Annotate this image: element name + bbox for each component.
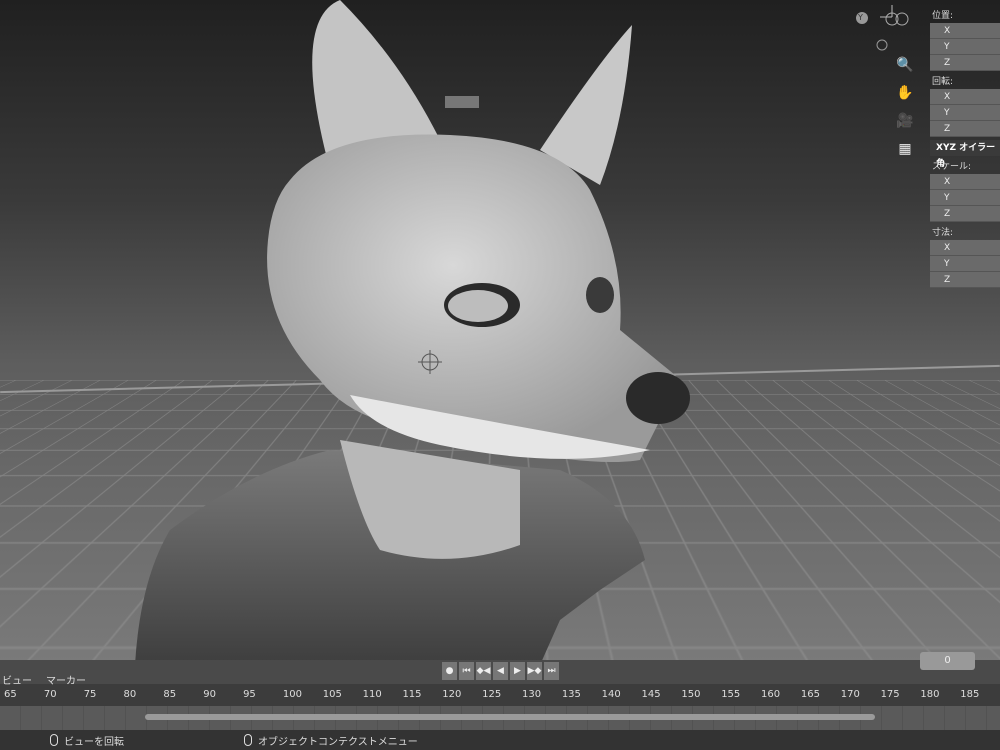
3d-viewport[interactable]: Y 🔍 ✋ 🎥 ▦ 位置: X Y Z 回転: X Y Z XYZ オイラー角 … bbox=[0, 0, 1000, 665]
jump-start-button[interactable]: ⏮ bbox=[459, 662, 474, 680]
rotation-label: 回転: bbox=[932, 77, 954, 87]
frame-tick-label: 95 bbox=[243, 689, 256, 700]
rotation-mode-dropdown[interactable]: XYZ オイラー角 bbox=[930, 140, 1000, 169]
menu-marker[interactable]: マーカー bbox=[46, 672, 86, 687]
status-context-menu: オブジェクトコンテクストメニュー bbox=[258, 736, 418, 748]
scale-x[interactable]: X bbox=[930, 174, 1000, 190]
frame-tick-label: 120 bbox=[442, 689, 462, 700]
mouse-icon bbox=[244, 734, 252, 746]
frame-tick-label: 65 bbox=[4, 689, 17, 700]
frame-tick-label: 130 bbox=[521, 689, 542, 700]
gizmo-y-label: Y bbox=[858, 13, 863, 22]
location-y[interactable]: Y bbox=[930, 39, 1000, 55]
rotation-x[interactable]: X bbox=[930, 89, 1000, 105]
dimensions-z[interactable]: Z bbox=[930, 272, 1000, 288]
frame-tick-label: 125 bbox=[482, 689, 502, 700]
frame-tick-label: 185 bbox=[960, 689, 980, 700]
frame-tick-label: 115 bbox=[402, 689, 422, 700]
hand-pan-icon[interactable]: ✋ bbox=[895, 83, 915, 103]
frame-tick-label: 165 bbox=[800, 689, 820, 700]
frame-tick-label: 180 bbox=[920, 689, 940, 700]
frame-tick-label: 145 bbox=[641, 689, 661, 700]
dimensions-y[interactable]: Y bbox=[930, 256, 1000, 272]
frame-tick-label: 150 bbox=[681, 689, 701, 700]
dimensions-x[interactable]: X bbox=[930, 240, 1000, 256]
timeline-scrollbar[interactable] bbox=[145, 714, 875, 720]
transform-panel: 位置: X Y Z 回転: X Y Z XYZ オイラー角 スケール: X Y … bbox=[930, 5, 1000, 288]
frame-tick-label: 90 bbox=[203, 689, 216, 700]
playback-controls: ● ⏮ ◆◀ ◀ ▶ ▶◆ ⏭ bbox=[442, 662, 559, 680]
frame-tick-label: 105 bbox=[322, 689, 342, 700]
scale-y[interactable]: Y bbox=[930, 190, 1000, 206]
frame-tick-label: 175 bbox=[880, 689, 900, 700]
location-x[interactable]: X bbox=[930, 23, 1000, 39]
frame-tick-label: 70 bbox=[43, 689, 57, 700]
frame-tick-label: 170 bbox=[840, 689, 860, 700]
grid-ortho-icon[interactable]: ▦ bbox=[895, 139, 915, 159]
frame-tick-label: 135 bbox=[561, 689, 581, 700]
scale-label: スケール: bbox=[932, 162, 972, 172]
location-z[interactable]: Z bbox=[930, 55, 1000, 71]
zoom-icon[interactable]: 🔍 bbox=[895, 55, 915, 75]
frame-tick-label: 100 bbox=[282, 689, 302, 700]
frame-tick-label: 155 bbox=[721, 689, 741, 700]
rotation-y[interactable]: Y bbox=[930, 105, 1000, 121]
menu-view[interactable]: ビュー bbox=[2, 672, 32, 687]
dimensions-label: 寸法: bbox=[932, 228, 954, 238]
jump-end-button[interactable]: ⏭ bbox=[544, 662, 559, 680]
current-frame-field[interactable]: 0 bbox=[920, 652, 975, 670]
frame-tick-label: 110 bbox=[362, 689, 382, 700]
frame-tick-label: 75 bbox=[83, 689, 97, 700]
frame-tick-label: 140 bbox=[601, 689, 621, 700]
scale-z[interactable]: Z bbox=[930, 206, 1000, 222]
timeline-editor: ビュー マーカー ● ⏮ ◆◀ ◀ ▶ ▶◆ ⏭ 0 65 70 75 80 85 90 9… bbox=[0, 652, 1000, 750]
fox-model[interactable] bbox=[0, 0, 1000, 665]
play-reverse-button[interactable]: ◀ bbox=[493, 662, 508, 680]
play-button[interactable]: ▶ bbox=[510, 662, 525, 680]
rotation-z[interactable]: Z bbox=[930, 121, 1000, 137]
frame-tick-label: 80 bbox=[123, 689, 137, 700]
timeline-track[interactable] bbox=[0, 706, 1000, 730]
status-rotate-view: ビューを回転 bbox=[64, 736, 124, 748]
frame-tick-label: 85 bbox=[163, 689, 177, 700]
record-button[interactable]: ● bbox=[442, 662, 457, 680]
frame-ruler[interactable]: 65 70 75 80 85 90 95 100 105 110 115 120 125 130 135 14… bbox=[0, 684, 1000, 706]
frame-tick-label: 160 bbox=[761, 689, 781, 700]
camera-icon[interactable]: 🎥 bbox=[895, 111, 915, 131]
mouse-icon bbox=[50, 734, 58, 746]
location-label: 位置: bbox=[932, 11, 954, 21]
status-bar: ビューを回転 オブジェクトコンテクストメニュー bbox=[0, 730, 1000, 750]
viewport-tools: 🔍 ✋ 🎥 ▦ bbox=[895, 55, 915, 159]
next-keyframe-button[interactable]: ▶◆ bbox=[527, 662, 542, 680]
prev-keyframe-button[interactable]: ◆◀ bbox=[476, 662, 491, 680]
